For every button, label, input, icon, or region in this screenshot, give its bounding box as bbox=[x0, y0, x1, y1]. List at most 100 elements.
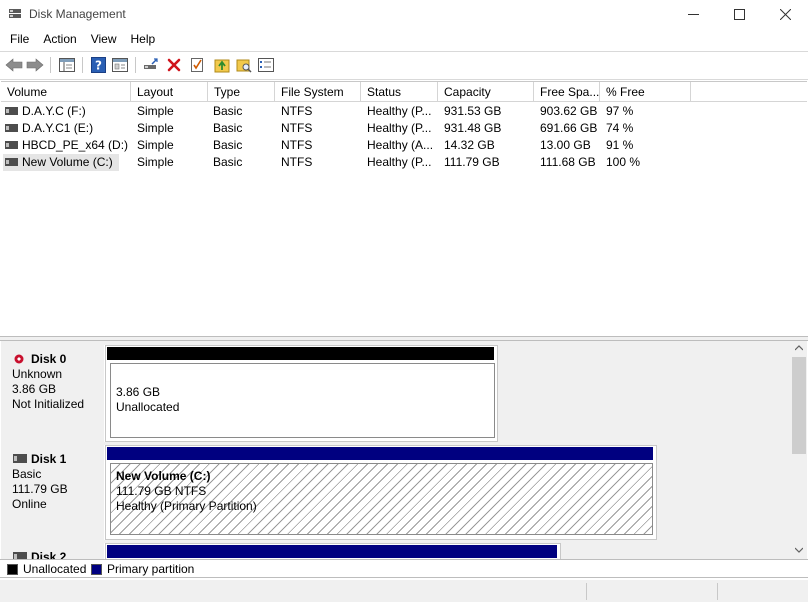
cell-file-system: NTFS bbox=[281, 104, 313, 118]
cell-free-space: 111.68 GB bbox=[540, 155, 596, 169]
volume-list: Volume Layout Type File System Status Ca… bbox=[1, 81, 807, 336]
disk-2-header[interactable]: Disk 2 bbox=[3, 543, 105, 559]
cell-file-system: NTFS bbox=[281, 155, 313, 169]
cell-status: Healthy (P... bbox=[367, 121, 432, 135]
cell-capacity: 931.48 GB bbox=[444, 121, 502, 135]
disk-1-partition[interactable]: New Volume (C:) 111.79 GB NTFS Healthy (… bbox=[105, 445, 657, 540]
cell-capacity: 111.79 GB bbox=[444, 155, 500, 169]
disk-size: 3.86 GB bbox=[12, 382, 57, 396]
forward-button[interactable] bbox=[25, 55, 45, 75]
disk-name: Disk 2 bbox=[31, 550, 67, 559]
back-arrow-icon bbox=[5, 58, 23, 72]
primary-partition-swatch bbox=[91, 564, 102, 575]
up-button[interactable] bbox=[212, 55, 232, 75]
column-header-filler bbox=[691, 82, 807, 102]
column-header-type[interactable]: Type bbox=[208, 82, 275, 102]
help-button[interactable]: ? bbox=[88, 55, 108, 75]
minimize-button[interactable] bbox=[670, 0, 716, 29]
cell-type: Basic bbox=[213, 104, 243, 118]
volume-icon bbox=[5, 107, 18, 115]
disk-name: Disk 0 bbox=[31, 352, 67, 366]
list-button[interactable] bbox=[256, 55, 276, 75]
toolbar-separator bbox=[135, 57, 136, 73]
minimize-icon bbox=[687, 14, 699, 15]
table-row[interactable]: New Volume (C:) Simple Basic NTFS Health… bbox=[1, 154, 807, 171]
search-folder-button[interactable] bbox=[234, 55, 254, 75]
menu-view[interactable]: View bbox=[85, 30, 123, 50]
unallocated-bar bbox=[107, 347, 494, 360]
column-header-capacity[interactable]: Capacity bbox=[438, 82, 534, 102]
maximize-button[interactable] bbox=[716, 0, 762, 29]
cell-percent-free: 74 % bbox=[606, 121, 634, 135]
connect-virtual-disk-button[interactable] bbox=[141, 55, 161, 75]
column-header-free-space[interactable]: Free Spa... bbox=[534, 82, 600, 102]
properties-icon bbox=[112, 58, 128, 72]
graphical-view-scrollbar[interactable] bbox=[791, 341, 807, 559]
menu-help[interactable]: Help bbox=[125, 30, 162, 50]
scrollbar-thumb[interactable] bbox=[792, 357, 806, 454]
disk-2-partition[interactable] bbox=[105, 543, 561, 559]
scroll-down-arrow-icon[interactable] bbox=[795, 547, 803, 553]
partition-status: Unallocated bbox=[116, 400, 180, 414]
disk-name: Disk 1 bbox=[31, 452, 67, 466]
delete-button[interactable] bbox=[164, 55, 184, 75]
partition-name: New Volume (C:) bbox=[116, 469, 211, 483]
disk-state: Online bbox=[12, 497, 47, 511]
cell-volume: D.A.Y.C (F:) bbox=[22, 104, 86, 118]
check-button[interactable] bbox=[187, 55, 207, 75]
column-header-layout[interactable]: Layout bbox=[131, 82, 208, 102]
disk-state: Not Initialized bbox=[12, 397, 85, 411]
legend-unallocated: Unallocated bbox=[23, 562, 87, 576]
disk-management-window: Disk Management File Action View Help ? … bbox=[0, 0, 808, 602]
cell-capacity: 931.53 GB bbox=[444, 104, 502, 118]
back-button[interactable] bbox=[4, 55, 24, 75]
scroll-up-arrow-icon[interactable] bbox=[795, 345, 803, 351]
disk-0-partition[interactable]: 3.86 GB Unallocated bbox=[105, 345, 498, 442]
volume-icon bbox=[5, 158, 18, 166]
show-hide-console-tree-button[interactable] bbox=[57, 55, 77, 75]
table-row[interactable]: D.A.Y.C1 (E:) Simple Basic NTFS Healthy … bbox=[1, 120, 807, 137]
column-header-percent-free[interactable]: % Free bbox=[600, 82, 691, 102]
status-bar bbox=[0, 580, 808, 602]
properties-button[interactable] bbox=[110, 55, 130, 75]
toolbar-separator bbox=[82, 57, 83, 73]
cell-type: Basic bbox=[213, 155, 243, 169]
cell-status: Healthy (P... bbox=[367, 155, 432, 169]
cell-free-space: 691.66 GB bbox=[540, 121, 598, 135]
svg-text:?: ? bbox=[95, 59, 102, 73]
not-initialized-icon bbox=[14, 354, 24, 364]
disk-icon bbox=[13, 454, 27, 463]
forward-arrow-icon bbox=[26, 58, 44, 72]
cell-file-system: NTFS bbox=[281, 138, 313, 152]
unallocated-area: 3.86 GB Unallocated bbox=[110, 363, 495, 438]
column-header-file-system[interactable]: File System bbox=[275, 82, 361, 102]
table-row[interactable]: D.A.Y.C (F:) Simple Basic NTFS Healthy (… bbox=[1, 103, 807, 120]
menu-action[interactable]: Action bbox=[37, 30, 82, 50]
legend: Unallocated Primary partition bbox=[0, 559, 808, 578]
list-icon bbox=[258, 58, 274, 72]
primary-partition-bar bbox=[107, 545, 557, 558]
legend-primary-partition: Primary partition bbox=[107, 562, 195, 576]
column-header-volume[interactable]: Volume bbox=[1, 82, 131, 102]
title-bar[interactable]: Disk Management bbox=[0, 0, 808, 29]
status-separator bbox=[586, 583, 587, 600]
maximize-icon bbox=[733, 9, 745, 20]
window-title: Disk Management bbox=[29, 7, 126, 21]
search-folder-icon bbox=[236, 59, 252, 73]
table-row[interactable]: HBCD_PE_x64 (D:) Simple Basic NTFS Healt… bbox=[1, 137, 807, 154]
column-header-status[interactable]: Status bbox=[361, 82, 438, 102]
cell-layout: Simple bbox=[137, 138, 174, 152]
up-icon bbox=[214, 59, 230, 73]
toolbar-separator-line bbox=[0, 79, 808, 80]
disk-1-header[interactable]: Disk 1 Basic 111.79 GB Online bbox=[3, 445, 105, 540]
primary-partition-bar bbox=[107, 447, 653, 460]
disk-graphical-view: Disk 0 Unknown 3.86 GB Not Initialized 3… bbox=[1, 341, 791, 559]
cell-volume: D.A.Y.C1 (E:) bbox=[22, 121, 94, 135]
disk-0-header[interactable]: Disk 0 Unknown 3.86 GB Not Initialized bbox=[3, 345, 105, 442]
menu-file[interactable]: File bbox=[4, 30, 35, 50]
cell-percent-free: 91 % bbox=[606, 138, 634, 152]
cell-status: Healthy (A... bbox=[367, 138, 434, 152]
cell-file-system: NTFS bbox=[281, 121, 313, 135]
status-separator bbox=[717, 583, 718, 600]
close-button[interactable] bbox=[762, 0, 808, 29]
